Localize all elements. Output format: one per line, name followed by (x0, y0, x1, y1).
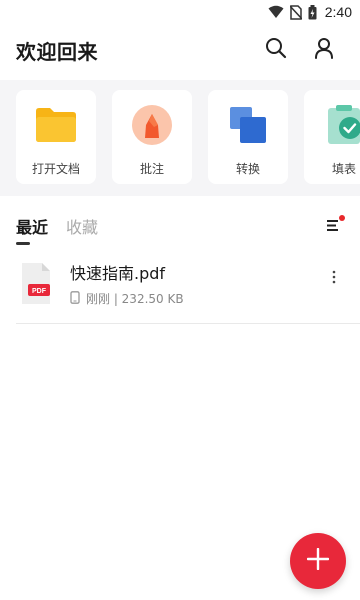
status-bar: 2:40 (0, 0, 360, 24)
page-title: 欢迎回来 (16, 39, 98, 64)
file-row[interactable]: PDF 快速指南.pdf 刚刚 | 232.50 KB (16, 258, 360, 324)
top-bar: 欢迎回来 (0, 24, 360, 76)
no-sim-icon (289, 4, 302, 20)
phone-icon (70, 290, 80, 307)
convert-icon (227, 104, 269, 146)
tab-favorites[interactable]: 收藏 (66, 206, 98, 248)
file-info: 快速指南.pdf 刚刚 | 232.50 KB (70, 258, 320, 307)
tool-label: 转换 (235, 162, 260, 176)
file-name: 快速指南.pdf (70, 264, 166, 283)
tabs-bar: 最近 收藏 (0, 206, 360, 248)
tab-label: 最近 (16, 218, 49, 237)
tool-open-document[interactable]: 打开文档 (16, 90, 96, 184)
more-vertical-icon (332, 269, 336, 288)
plus-icon (306, 547, 330, 574)
form-icon (323, 104, 360, 146)
more-options-button[interactable] (320, 258, 348, 298)
notification-dot (339, 215, 345, 221)
tab-label: 收藏 (66, 218, 99, 237)
search-icon (265, 37, 287, 63)
profile-button[interactable] (304, 30, 344, 70)
file-meta: 刚刚 | 232.50 KB (70, 290, 320, 307)
tool-label: 批注 (139, 162, 164, 176)
add-button[interactable] (290, 533, 346, 589)
tool-annotate[interactable]: 批注 (112, 90, 192, 184)
tab-indicator (16, 242, 30, 245)
search-button[interactable] (256, 30, 296, 70)
tools-row: 打开文档 批注 转换 填表 (16, 90, 360, 184)
pdf-file-icon: PDF (16, 262, 56, 306)
file-meta-text: 刚刚 | 232.50 KB (86, 292, 184, 306)
tool-label: 打开文档 (31, 162, 80, 176)
tab-recent[interactable]: 最近 (16, 206, 48, 248)
folder-icon (35, 104, 77, 146)
status-time: 2:40 (324, 4, 352, 20)
user-icon (314, 37, 334, 63)
tool-label: 填表 (331, 162, 356, 176)
wifi-icon (268, 5, 284, 19)
tools-section: 打开文档 批注 转换 填表 (0, 80, 360, 196)
annotate-icon (131, 104, 173, 146)
battery-charging-icon (308, 4, 317, 20)
tool-convert[interactable]: 转换 (208, 90, 288, 184)
sort-button[interactable] (322, 214, 346, 238)
pdf-badge-text: PDF (32, 288, 47, 295)
tool-fill-form[interactable]: 填表 (304, 90, 360, 184)
